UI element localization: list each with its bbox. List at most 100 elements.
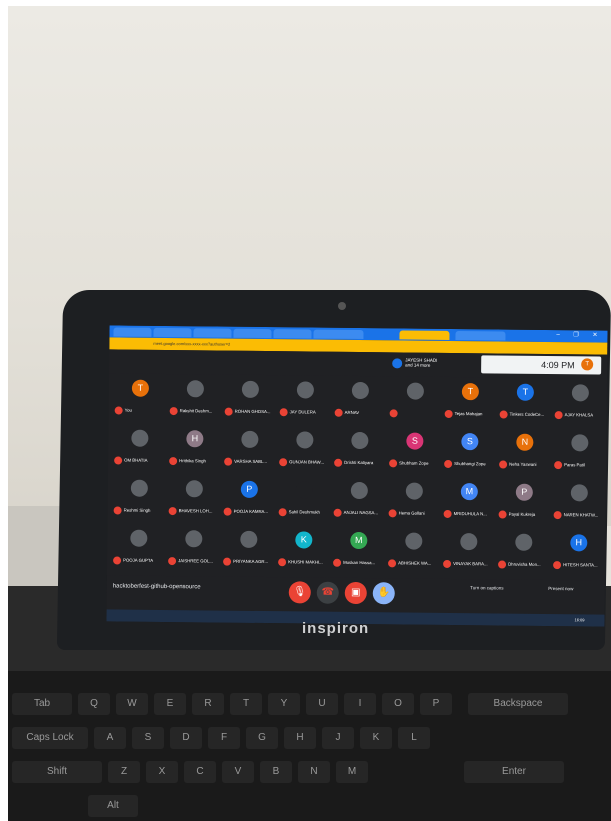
participant-tile[interactable]: Rakshit Deshm...	[166, 374, 229, 425]
participant-avatar: T	[461, 383, 479, 401]
keyboard-key[interactable]: Z	[108, 761, 140, 783]
participant-tile[interactable]: BHAVESH LOH...	[164, 474, 227, 525]
url-text[interactable]: meet.google.com/xxx-xxxx-xxx?authuser=2	[153, 341, 230, 347]
keyboard-key[interactable]: L	[398, 727, 430, 749]
participant-tile[interactable]: K KHUSHI MAKHI...	[274, 525, 337, 576]
participant-tile[interactable]: VINAYAK BARA...	[439, 527, 502, 578]
participant-tile[interactable]: VARSHA SABL...	[220, 425, 283, 476]
participant-tile[interactable]: P Payal Kukreja	[494, 477, 557, 528]
present-now-button[interactable]: Present now	[541, 586, 581, 591]
participant-tile[interactable]	[386, 376, 449, 427]
mic-off-button[interactable]: 🎙	[288, 581, 311, 604]
keyboard-key[interactable]: Tab	[12, 693, 72, 715]
participant-tile[interactable]: Sahil Deshmukh	[274, 475, 337, 526]
keyboard-key[interactable]: I	[344, 693, 376, 715]
participant-tile[interactable]: ANJALI NAGSA...	[329, 476, 392, 527]
keyboard-key[interactable]: K	[360, 727, 392, 749]
participant-tile[interactable]: S Shubhangi Zope	[440, 427, 503, 478]
browser-tab[interactable]	[193, 328, 232, 338]
camera-off-button[interactable]: ▣	[344, 581, 367, 605]
keyboard-key[interactable]: E	[154, 693, 186, 715]
participant-tile[interactable]: POOJA GUPTA	[109, 523, 172, 574]
browser-tab[interactable]	[273, 329, 312, 339]
participant-tile[interactable]: PRIYANKA AGR...	[219, 525, 282, 576]
participant-tile[interactable]: M Muskan Hassa...	[329, 526, 392, 577]
participant-tile[interactable]: AJAY KHALSA	[551, 378, 608, 429]
keyboard-key[interactable]: H	[284, 727, 316, 749]
keyboard-key[interactable]: Alt	[88, 795, 138, 817]
keyboard-key[interactable]: M	[336, 761, 368, 783]
browser-tab[interactable]	[455, 331, 506, 341]
participant-tile[interactable]: ROHAN GHOSA...	[221, 375, 284, 426]
participant-tile[interactable]: T Tejas Mahajan	[441, 377, 504, 428]
keyboard-key[interactable]: J	[322, 727, 354, 749]
participant-tile[interactable]: JAY DULERA	[276, 375, 339, 426]
participant-tile[interactable]: Paras Patil	[550, 428, 608, 479]
participant-avatar	[241, 380, 259, 398]
keyboard-key[interactable]: F	[208, 727, 240, 749]
hand-raise-button[interactable]: ✋	[372, 582, 395, 605]
browser-tab[interactable]	[113, 327, 152, 337]
participant-tile[interactable]: ARNAV	[331, 376, 394, 427]
participant-tile[interactable]: OM BHATIA	[110, 423, 173, 474]
participant-tile[interactable]: Hema Gollani	[384, 476, 447, 527]
captions-button[interactable]: Turn on captions	[467, 585, 507, 590]
keyboard-key[interactable]: X	[146, 761, 178, 783]
browser-tab-active[interactable]	[399, 330, 450, 340]
keyboard-key[interactable]: G	[246, 727, 278, 749]
participant-avatar: S	[406, 432, 424, 450]
keyboard-key[interactable]: R	[192, 693, 224, 715]
participant-tile[interactable]: ABHISHEK WA...	[384, 526, 447, 577]
keyboard-key[interactable]: Enter	[464, 761, 564, 783]
browser-tab[interactable]	[233, 328, 272, 339]
window-controls[interactable]: – ❐ ✕	[556, 331, 603, 338]
keyboard-key[interactable]: P	[420, 693, 452, 715]
participant-name: PRIYANKA AGR...	[233, 558, 269, 565]
participant-tile[interactable]: Reshmi Singh	[109, 473, 172, 524]
participant-tile[interactable]: S Shubham Zope	[385, 426, 448, 477]
participant-avatar: K	[295, 531, 313, 549]
meeting-name[interactable]: hacktoberfest-github-opensource	[113, 583, 201, 590]
presenter-avatar	[392, 358, 403, 369]
browser-tab[interactable]	[153, 327, 192, 338]
avatar[interactable]: T	[581, 358, 594, 371]
participant-tile[interactable]: JAISHREE GOL...	[164, 524, 227, 575]
keyboard-key[interactable]: Shift	[12, 761, 102, 783]
browser-tab[interactable]	[313, 329, 364, 340]
keyboard-key[interactable]: A	[94, 727, 126, 749]
keyboard-key[interactable]: Q	[78, 693, 110, 715]
keyboard-key[interactable]: B	[260, 761, 292, 783]
keyboard-key[interactable]: Backspace	[468, 693, 568, 715]
participant-name: Drishti Katiyara	[344, 459, 374, 466]
participant-tile[interactable]: M MRIDUHULA N...	[439, 477, 502, 528]
participant-tile[interactable]: T Tinkers CodeCe...	[496, 377, 559, 428]
participant-avatar: P	[515, 483, 533, 501]
keyboard-key[interactable]: U	[306, 693, 338, 715]
participant-name: Rakshit Deshm...	[179, 408, 213, 414]
participant-tile[interactable]: GUNJAN BHAW...	[275, 425, 338, 476]
keyboard-key[interactable]: Y	[268, 693, 300, 715]
participant-tile[interactable]: Drishti Katiyara	[330, 426, 393, 477]
participant-tile[interactable]: N Neha Yaswani	[495, 427, 558, 478]
participant-avatar	[571, 434, 589, 452]
keyboard-key[interactable]: Caps Lock	[12, 727, 88, 749]
participant-name: ROHAN GHOSA...	[234, 408, 271, 415]
keyboard-key[interactable]: C	[184, 761, 216, 783]
keyboard-key[interactable]: S	[132, 727, 164, 749]
keyboard-key[interactable]: V	[222, 761, 254, 783]
participant-tile[interactable]: H HITESH SANTA...	[549, 528, 608, 579]
participant-avatar: T	[516, 383, 534, 401]
keyboard-key[interactable]: D	[170, 727, 202, 749]
keyboard-key[interactable]: W	[116, 693, 148, 715]
participant-tile[interactable]: P POOJA KAMRA...	[219, 475, 282, 526]
participant-tile[interactable]: H Hrithika Singh	[165, 424, 228, 475]
leave-call-button[interactable]: ☎	[316, 581, 339, 604]
keyboard-key[interactable]: N	[298, 761, 330, 783]
mic-muted-icon	[223, 507, 232, 516]
mic-muted-icon	[443, 559, 452, 568]
keyboard-key[interactable]: O	[382, 693, 414, 715]
participant-tile[interactable]: NAREN KHATW...	[549, 478, 607, 529]
keyboard-key[interactable]: T	[230, 693, 262, 715]
participant-tile[interactable]: Dhruvisha Mon...	[494, 527, 557, 578]
participant-tile[interactable]: T You	[111, 373, 174, 424]
